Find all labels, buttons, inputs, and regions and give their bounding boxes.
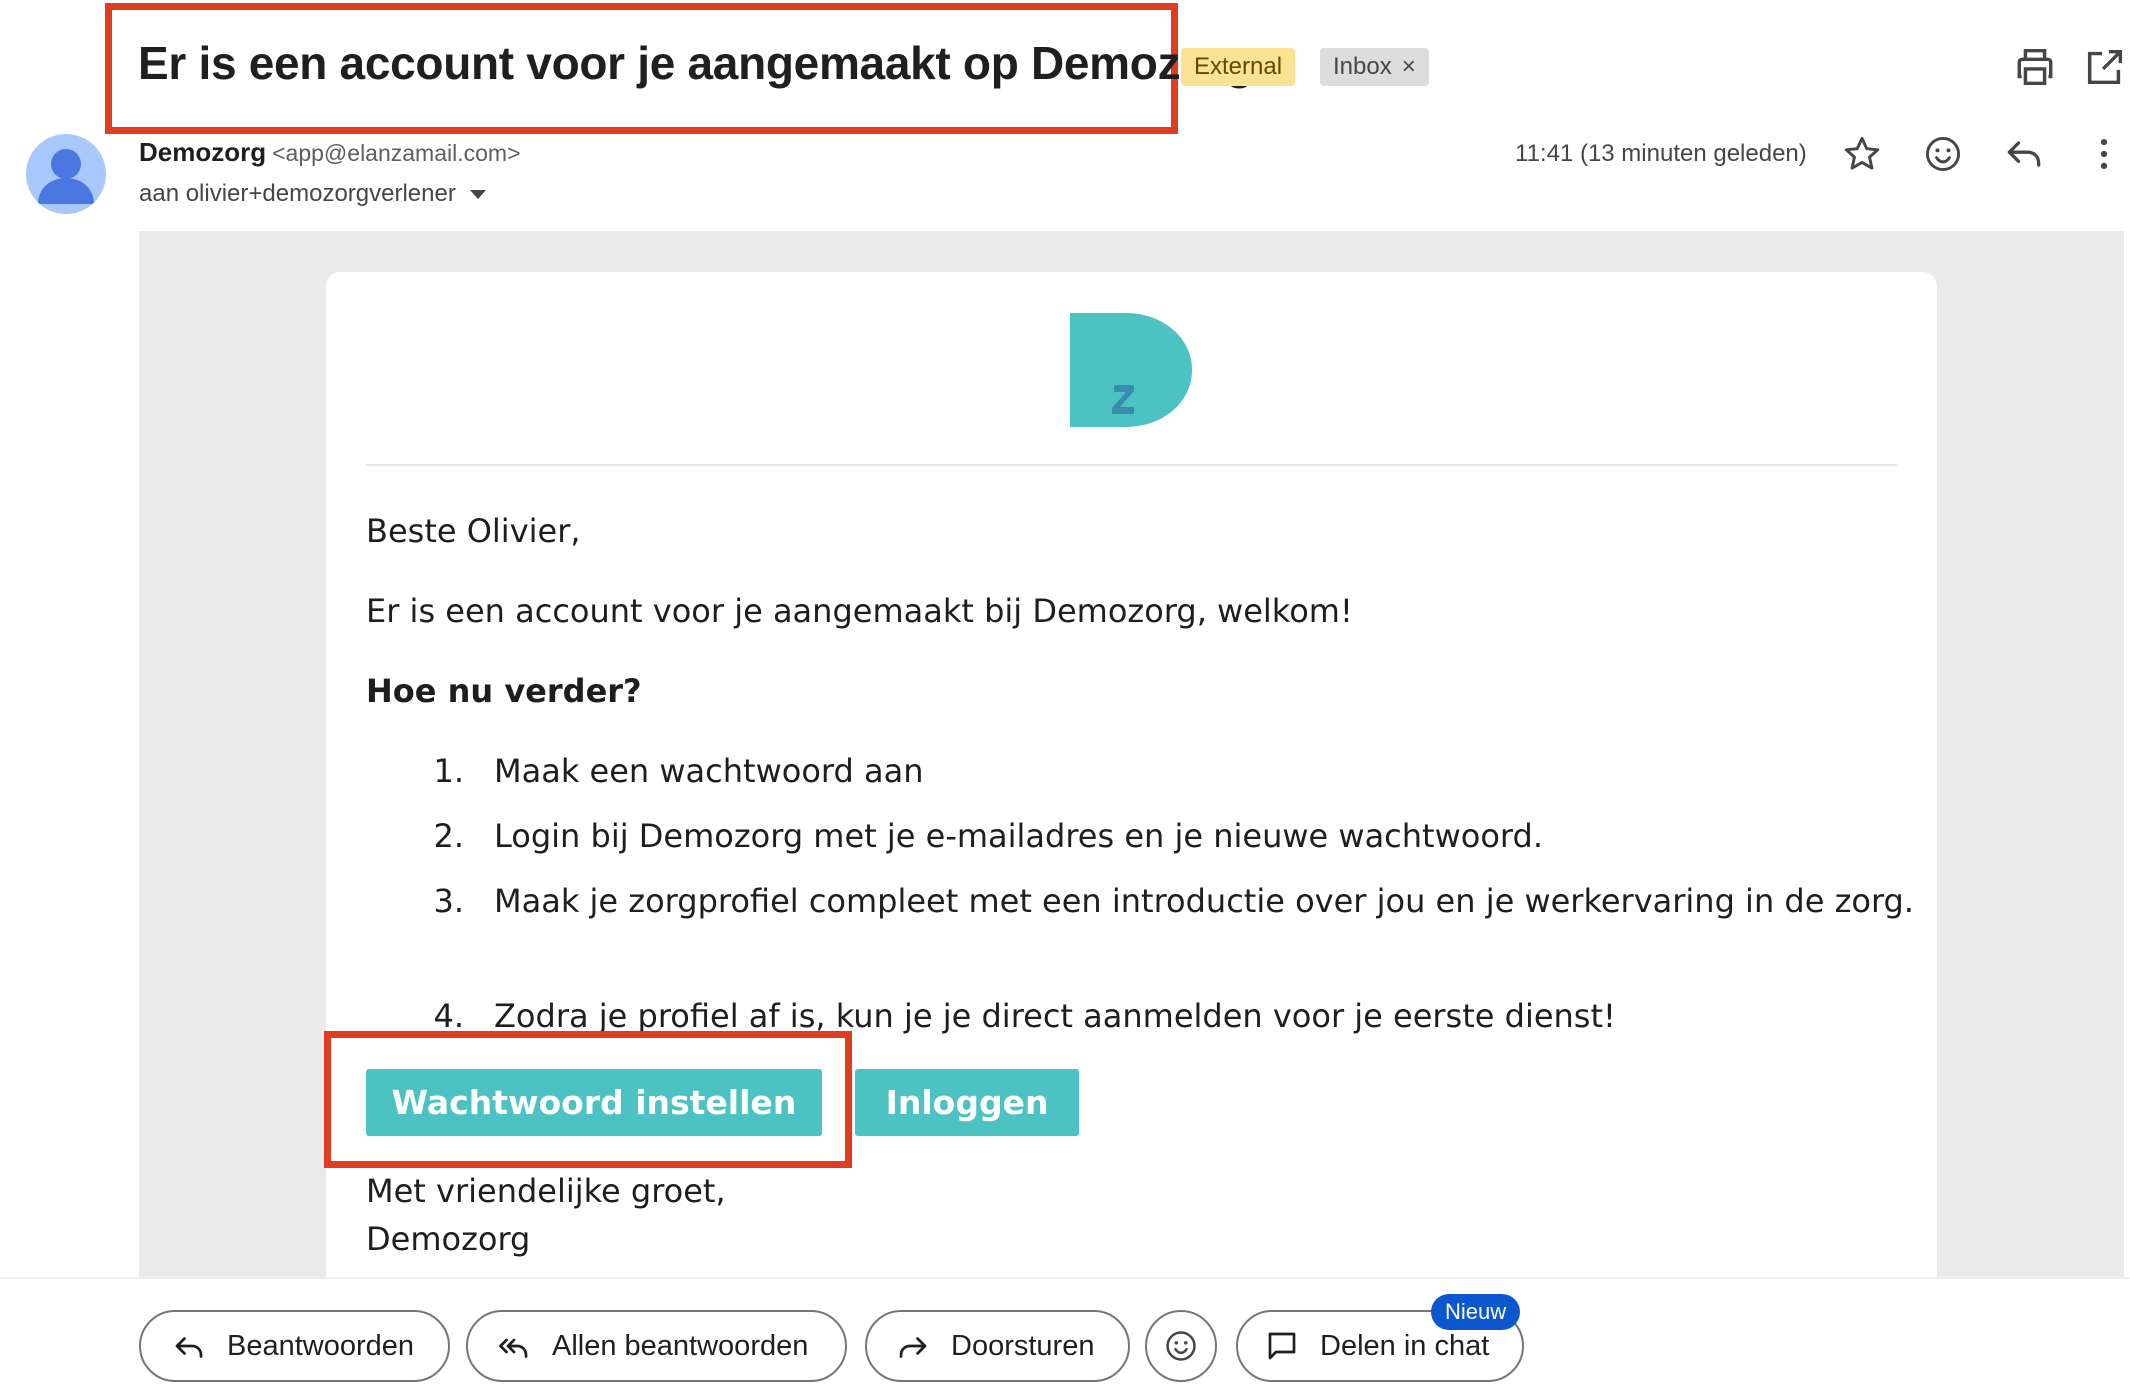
login-button[interactable]: Inloggen bbox=[855, 1069, 1079, 1136]
sender-name[interactable]: Demozorg bbox=[139, 137, 266, 167]
message-time: 11:41 (13 minuten geleden) bbox=[1515, 140, 1807, 167]
step-text: Login bij Demozorg met je e-mailadres en… bbox=[494, 817, 1543, 855]
reply-icon bbox=[171, 1328, 207, 1364]
step-text: Maak een wachtwoord aan bbox=[494, 752, 924, 790]
recipient-line[interactable]: aan olivier+demozorgverlener bbox=[139, 180, 486, 208]
recipient-text: aan olivier+demozorgverlener bbox=[139, 180, 456, 207]
reply-all-button[interactable]: Allen beantwoorden bbox=[466, 1310, 847, 1382]
greeting: Beste Olivier, bbox=[366, 512, 581, 550]
forward-button[interactable]: Doorsturen bbox=[865, 1310, 1130, 1382]
steps-heading: Hoe nu verder? bbox=[366, 672, 642, 710]
reply-label: Beantwoorden bbox=[227, 1329, 415, 1362]
print-icon[interactable] bbox=[2012, 44, 2058, 90]
forward-label: Doorsturen bbox=[951, 1329, 1095, 1362]
reply-button[interactable]: Beantwoorden bbox=[139, 1310, 450, 1382]
sender-email: <app@elanzamail.com> bbox=[272, 140, 521, 166]
emoji-reaction-icon[interactable] bbox=[1921, 132, 1965, 176]
reply-all-icon bbox=[496, 1328, 532, 1364]
chat-icon bbox=[1264, 1328, 1300, 1364]
step-number: 2. bbox=[433, 817, 464, 855]
signature-text: Demozorg bbox=[366, 1220, 531, 1258]
closing-text: Met vriendelijke groet, bbox=[366, 1172, 726, 1210]
label-inbox[interactable]: Inbox × bbox=[1320, 48, 1429, 86]
emoji-icon bbox=[1166, 1331, 1196, 1361]
logo-divider bbox=[366, 464, 1897, 466]
remove-label-icon[interactable]: × bbox=[1402, 53, 1416, 80]
reply-icon[interactable] bbox=[2002, 132, 2046, 176]
open-in-new-window-icon[interactable] bbox=[2082, 44, 2128, 90]
reply-all-label: Allen beantwoorden bbox=[552, 1329, 809, 1362]
email-subject: Er is een account voor je aangemaakt op … bbox=[138, 37, 1254, 89]
label-external: External bbox=[1181, 48, 1296, 86]
label-external-text: External bbox=[1194, 53, 1283, 80]
sender-line: Demozorg <app@elanzamail.com> bbox=[139, 137, 521, 168]
new-feature-badge: Nieuw bbox=[1431, 1294, 1521, 1330]
more-vert-icon[interactable] bbox=[2082, 132, 2126, 176]
step-number: 3. bbox=[433, 882, 464, 920]
intro-text: Er is een account voor je aangemaakt bij… bbox=[366, 592, 1353, 630]
step-number: 4. bbox=[433, 997, 464, 1035]
share-in-chat-label: Delen in chat bbox=[1320, 1329, 1490, 1362]
star-icon[interactable] bbox=[1840, 132, 1884, 176]
step-text: Maak je zorgprofiel compleet met een int… bbox=[494, 882, 1915, 920]
label-inbox-text: Inbox bbox=[1333, 53, 1392, 80]
sender-avatar[interactable] bbox=[26, 134, 106, 214]
recipient-details-dropdown-icon[interactable] bbox=[469, 190, 486, 200]
demozorg-logo bbox=[1070, 313, 1192, 427]
emoji-reaction-button[interactable] bbox=[1145, 1310, 1217, 1382]
set-password-button[interactable]: Wachtwoord instellen bbox=[366, 1069, 822, 1136]
forward-icon bbox=[895, 1328, 931, 1364]
step-number: 1. bbox=[433, 752, 464, 790]
